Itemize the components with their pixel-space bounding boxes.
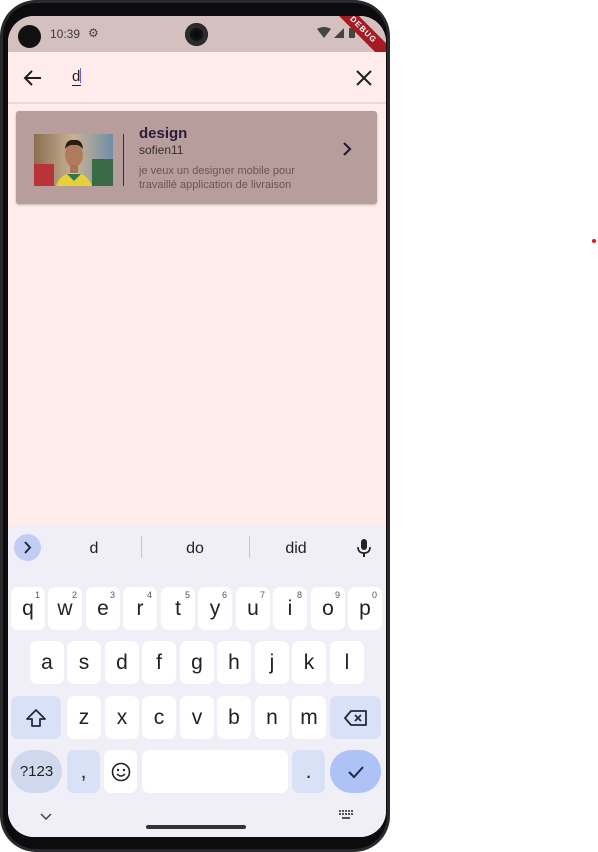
- phone-bezel: 10:39 ⚙ DEBUG d design sofien11 je veux …: [3, 3, 387, 849]
- key-q[interactable]: q1: [11, 587, 45, 630]
- shift-key[interactable]: [11, 696, 61, 739]
- key-s[interactable]: s: [67, 641, 101, 684]
- text-caret: [80, 68, 82, 83]
- center-camera-icon: [185, 23, 208, 46]
- app-bar-divider: [8, 102, 386, 104]
- key-label: q: [22, 596, 34, 620]
- backspace-key[interactable]: [330, 696, 381, 739]
- key-r[interactable]: r4: [123, 587, 157, 630]
- emoji-key[interactable]: [104, 750, 137, 793]
- screen: 10:39 ⚙ DEBUG d design sofien11 je veux …: [8, 16, 386, 837]
- suggestion-divider: [249, 536, 250, 558]
- key-label: p: [359, 596, 371, 620]
- key-f[interactable]: f: [142, 641, 176, 684]
- suggestion-3[interactable]: did: [256, 540, 336, 558]
- backspace-icon: [343, 709, 367, 726]
- phone-frame: 10:39 ⚙ DEBUG d design sofien11 je veux …: [0, 0, 390, 852]
- key-e[interactable]: e3: [86, 587, 120, 630]
- suggestion-divider: [141, 536, 142, 558]
- key-o[interactable]: o9: [311, 587, 345, 630]
- status-bar: 10:39 ⚙ DEBUG: [8, 16, 386, 66]
- key-hint: 9: [334, 590, 340, 600]
- suggestion-1[interactable]: d: [54, 540, 134, 558]
- card-divider: [123, 134, 124, 186]
- key-hint: 5: [184, 590, 190, 600]
- settings-gear-icon: ⚙: [88, 26, 99, 40]
- key-hint: 4: [146, 590, 152, 600]
- red-dot-marker: [592, 239, 596, 243]
- period-key[interactable]: .: [292, 750, 325, 793]
- key-z[interactable]: z: [67, 696, 101, 739]
- search-query-text: d: [72, 68, 81, 85]
- key-y[interactable]: y6: [198, 587, 232, 630]
- shift-arrow-icon: [26, 708, 46, 727]
- key-i[interactable]: i8: [273, 587, 307, 630]
- search-input[interactable]: d: [72, 68, 82, 86]
- key-c[interactable]: c: [142, 696, 176, 739]
- comma-key[interactable]: ,: [67, 750, 100, 793]
- suggestions-expand-button[interactable]: [14, 534, 41, 561]
- key-label: u: [247, 596, 259, 620]
- keyboard-switch-icon[interactable]: [339, 810, 353, 820]
- key-label: e: [97, 596, 109, 620]
- microphone-icon[interactable]: [356, 538, 372, 558]
- key-label: i: [287, 596, 293, 620]
- key-d[interactable]: d: [105, 641, 139, 684]
- key-v[interactable]: v: [180, 696, 214, 739]
- space-key[interactable]: [142, 750, 288, 793]
- result-username: sofien11: [139, 143, 184, 157]
- key-g[interactable]: g: [180, 641, 214, 684]
- key-hint: 0: [371, 590, 377, 600]
- key-hint: 3: [109, 590, 115, 600]
- key-w[interactable]: w2: [48, 587, 82, 630]
- key-a[interactable]: a: [30, 641, 64, 684]
- search-result-card[interactable]: design sofien11 je veux un designer mobi…: [16, 111, 377, 204]
- back-arrow-icon[interactable]: [22, 67, 44, 89]
- search-app-bar: d: [8, 52, 386, 102]
- key-label: r: [136, 596, 144, 620]
- key-u[interactable]: u7: [236, 587, 270, 630]
- emoji-icon: [111, 762, 130, 781]
- checkmark-icon: [347, 765, 364, 778]
- key-t[interactable]: t5: [161, 587, 195, 630]
- result-title: design: [139, 125, 188, 142]
- key-n[interactable]: n: [255, 696, 289, 739]
- chevron-right-icon: [24, 541, 32, 554]
- key-label: w: [57, 596, 73, 620]
- chevron-right-icon[interactable]: [338, 140, 356, 158]
- key-label: y: [209, 596, 221, 620]
- result-thumbnail: [34, 134, 113, 186]
- close-icon[interactable]: [353, 67, 375, 89]
- key-hint: 7: [259, 590, 265, 600]
- home-indicator[interactable]: [146, 825, 246, 829]
- key-l[interactable]: l: [330, 641, 364, 684]
- key-label: o: [322, 596, 334, 620]
- key-h[interactable]: h: [217, 641, 251, 684]
- status-time: 10:39: [50, 27, 81, 41]
- front-camera-icon: [18, 25, 41, 48]
- key-b[interactable]: b: [217, 696, 251, 739]
- done-key[interactable]: [330, 750, 381, 793]
- symbols-key[interactable]: ?123: [11, 750, 62, 793]
- key-p[interactable]: p0: [348, 587, 382, 630]
- key-hint: 8: [296, 590, 302, 600]
- key-label: t: [175, 596, 181, 620]
- suggestion-2[interactable]: do: [155, 540, 235, 558]
- key-hint: 1: [34, 590, 40, 600]
- chevron-down-icon[interactable]: [40, 813, 52, 821]
- soft-keyboard: d do did q1 w2 e3 r4 t5 y6 u7 i8 o 9 p 0…: [8, 525, 386, 837]
- result-description: je veux un designer mobile pour travaill…: [139, 165, 295, 191]
- key-k[interactable]: k: [292, 641, 326, 684]
- key-hint: 6: [221, 590, 227, 600]
- key-j[interactable]: j: [255, 641, 289, 684]
- key-m[interactable]: m: [292, 696, 326, 739]
- key-hint: 2: [71, 590, 77, 600]
- key-x[interactable]: x: [105, 696, 139, 739]
